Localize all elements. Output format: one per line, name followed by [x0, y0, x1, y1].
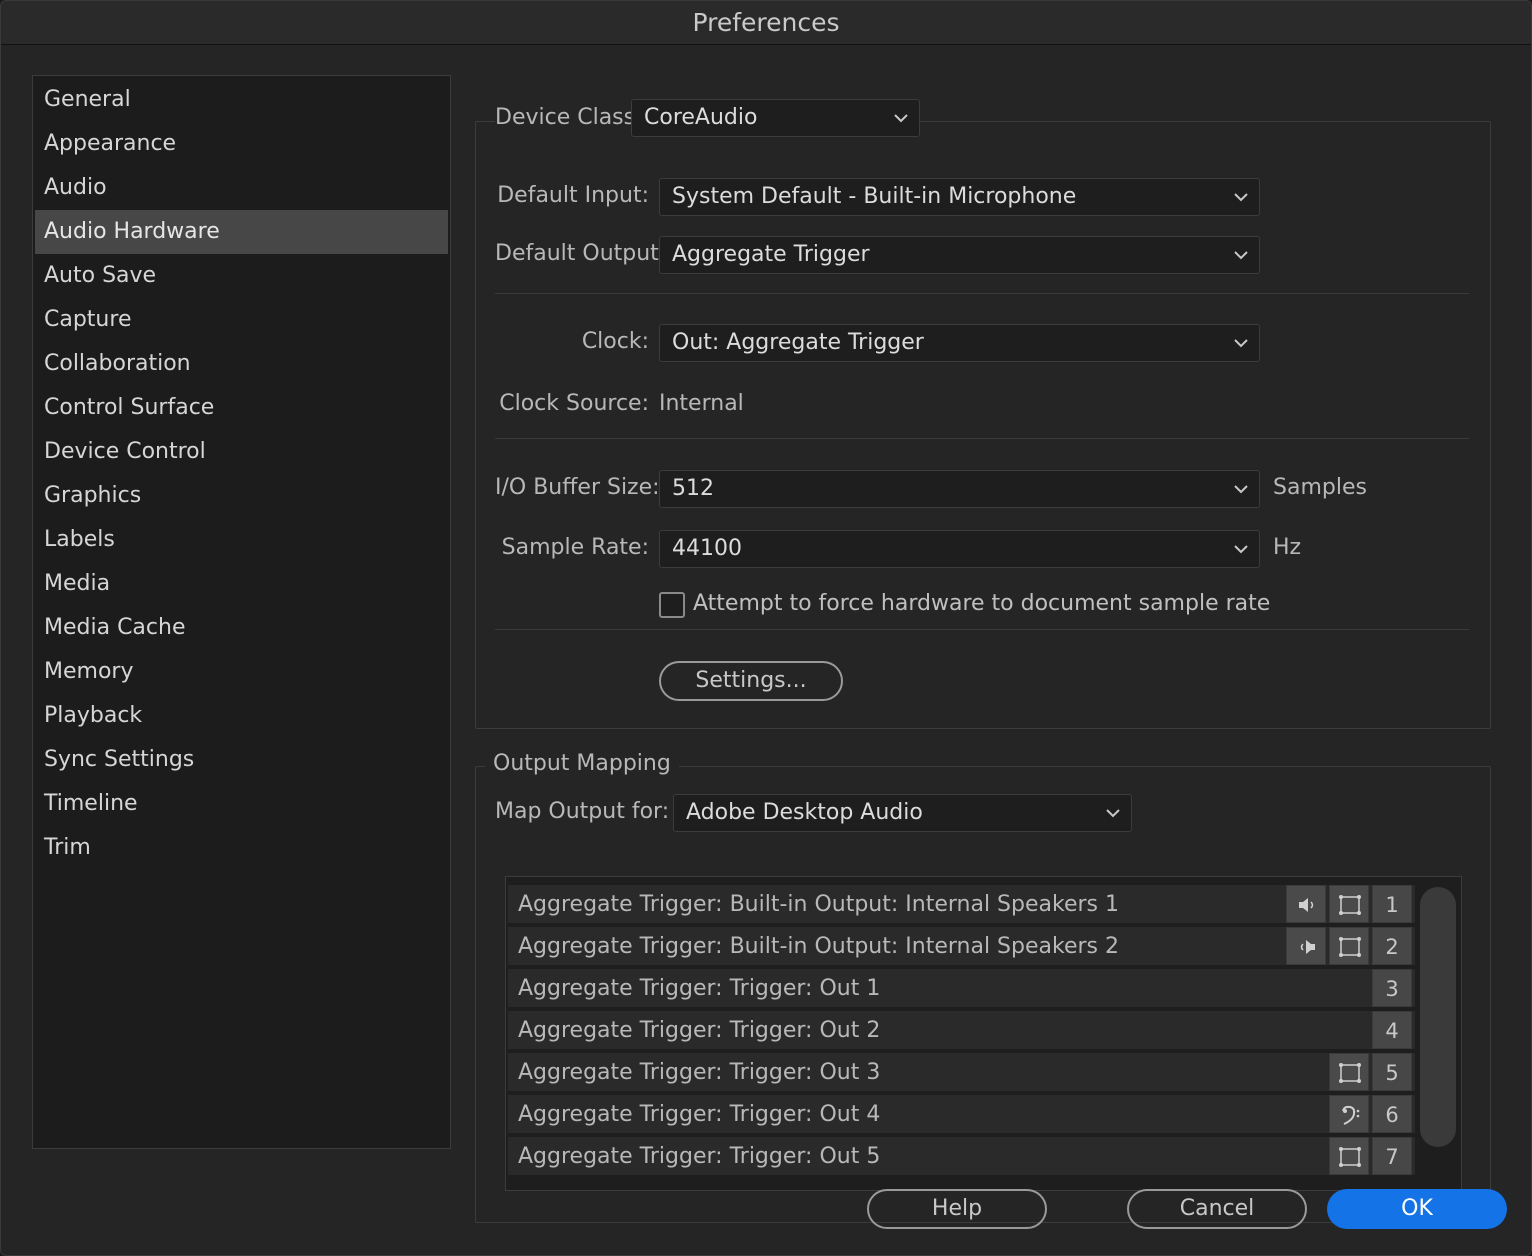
device-class-dropdown[interactable]: CoreAudio: [631, 99, 920, 137]
bass-clef-icon[interactable]: [1329, 1095, 1369, 1133]
sample-rate-dropdown[interactable]: 44100: [659, 530, 1260, 568]
mapping-row-label: Aggregate Trigger: Built-in Output: Inte…: [518, 892, 1119, 917]
channel-number[interactable]: 3: [1372, 969, 1412, 1007]
mapping-row[interactable]: Aggregate Trigger: Trigger: Out 5 7: [508, 1137, 1415, 1177]
sample-rate-label: Sample Rate:: [501, 535, 649, 560]
chevron-down-icon: [1106, 809, 1120, 818]
default-output-label: Default Output:: [495, 241, 667, 266]
settings-button[interactable]: Settings...: [659, 661, 843, 701]
sidebar-item-control-surface[interactable]: Control Surface: [35, 386, 448, 430]
chevron-down-icon: [1234, 545, 1248, 554]
mapping-row-label: Aggregate Trigger: Trigger: Out 3: [518, 1060, 881, 1085]
clock-dropdown[interactable]: Out: Aggregate Trigger: [659, 324, 1260, 362]
mapping-row[interactable]: Aggregate Trigger: Trigger: Out 2 4: [508, 1011, 1415, 1051]
chevron-down-icon: [1234, 485, 1248, 494]
speaker-right-icon[interactable]: [1286, 927, 1326, 965]
default-input-label: Default Input:: [497, 183, 649, 208]
sidebar-item-sync-settings[interactable]: Sync Settings: [35, 738, 448, 782]
chevron-down-icon: [894, 114, 908, 123]
mapping-row[interactable]: Aggregate Trigger: Trigger: Out 3 5: [508, 1053, 1415, 1093]
sample-rate-value: 44100: [672, 536, 742, 561]
output-mapping-list[interactable]: Aggregate Trigger: Trigger: Out 5 7 Aggreg…: [505, 876, 1462, 1191]
buffer-size-dropdown[interactable]: 512: [659, 470, 1260, 508]
default-input-dropdown[interactable]: System Default - Built-in Microphone: [659, 178, 1260, 216]
surround-channel-icon[interactable]: [1329, 1137, 1369, 1175]
sidebar-item-timeline[interactable]: Timeline: [35, 782, 448, 826]
mapping-row[interactable]: Aggregate Trigger: Trigger: Out 1 3: [508, 969, 1415, 1009]
sidebar-item-auto-save[interactable]: Auto Save: [35, 254, 448, 298]
channel-number[interactable]: 1: [1372, 885, 1412, 923]
mapping-row[interactable]: Aggregate Trigger: Built-in Output: Inte…: [508, 885, 1415, 925]
mapping-row-label: Aggregate Trigger: Built-in Output: Inte…: [518, 934, 1119, 959]
channel-number[interactable]: 5: [1372, 1053, 1412, 1091]
clock-source-label: Clock Source:: [499, 391, 649, 416]
speaker-left-icon[interactable]: [1286, 885, 1326, 923]
default-output-dropdown[interactable]: Aggregate Trigger: [659, 236, 1260, 274]
mapping-row-label: Aggregate Trigger: Trigger: Out 4: [518, 1102, 881, 1127]
sidebar-item-graphics[interactable]: Graphics: [35, 474, 448, 518]
map-output-for-label: Map Output for:: [495, 799, 670, 824]
clock-source-value: Internal: [659, 391, 744, 416]
sidebar-item-media-cache[interactable]: Media Cache: [35, 606, 448, 650]
channel-number[interactable]: 2: [1372, 927, 1412, 965]
default-output-value: Aggregate Trigger: [672, 242, 870, 267]
channel-number[interactable]: 6: [1372, 1095, 1412, 1133]
clock-label: Clock:: [581, 329, 649, 354]
chevron-down-icon: [1234, 251, 1248, 260]
mapping-row[interactable]: Aggregate Trigger: Built-in Output: Inte…: [508, 927, 1415, 967]
window-title: Preferences: [1, 1, 1531, 45]
sidebar-item-device-control[interactable]: Device Control: [35, 430, 448, 474]
mapping-row-label: Aggregate Trigger: Trigger: Out 2: [518, 1018, 881, 1043]
sidebar-item-capture[interactable]: Capture: [35, 298, 448, 342]
sidebar-item-memory[interactable]: Memory: [35, 650, 448, 694]
sidebar-item-collaboration[interactable]: Collaboration: [35, 342, 448, 386]
buffer-size-label: I/O Buffer Size:: [495, 475, 660, 500]
buffer-size-value: 512: [672, 476, 714, 501]
buffer-size-unit: Samples: [1273, 475, 1367, 500]
device-class-value: CoreAudio: [644, 105, 758, 130]
sidebar-item-playback[interactable]: Playback: [35, 694, 448, 738]
mapping-row-label: Aggregate Trigger: Trigger: Out 1: [518, 976, 881, 1001]
sidebar-item-appearance[interactable]: Appearance: [35, 122, 448, 166]
surround-channel-icon[interactable]: [1329, 1053, 1369, 1091]
sample-rate-unit: Hz: [1273, 535, 1302, 560]
map-output-for-value: Adobe Desktop Audio: [686, 800, 923, 825]
preferences-window: Preferences General Appearance Audio Audio …: [0, 0, 1532, 1256]
device-class-label: Device Class:: [495, 105, 647, 130]
surround-channel-icon[interactable]: [1329, 927, 1369, 965]
sidebar-item-general[interactable]: General: [35, 78, 448, 122]
force-sample-rate-checkbox[interactable]: [659, 592, 685, 618]
map-output-for-dropdown[interactable]: Adobe Desktop Audio: [673, 794, 1132, 832]
preferences-sidebar: General Appearance Audio Audio Hardware Auto…: [32, 75, 451, 1149]
sidebar-item-audio[interactable]: Audio: [35, 166, 448, 210]
channel-number[interactable]: 7: [1372, 1137, 1412, 1175]
default-input-value: System Default - Built-in Microphone: [672, 184, 1077, 209]
ok-button[interactable]: OK: [1327, 1189, 1507, 1229]
cancel-button[interactable]: Cancel: [1127, 1189, 1307, 1229]
sidebar-item-trim[interactable]: Trim: [35, 826, 448, 870]
divider: [495, 293, 1469, 294]
surround-channel-icon[interactable]: [1329, 885, 1369, 923]
mapping-row[interactable]: Aggregate Trigger: Trigger: Out 4 6: [508, 1095, 1415, 1135]
force-sample-rate-label[interactable]: Attempt to force hardware to document sa…: [693, 591, 1270, 616]
mapping-row-label: Aggregate Trigger: Trigger: Out 5: [518, 1144, 881, 1169]
channel-number[interactable]: 4: [1372, 1011, 1412, 1049]
output-mapping-title: Output Mapping: [485, 751, 679, 776]
chevron-down-icon: [1234, 339, 1248, 348]
sidebar-item-labels[interactable]: Labels: [35, 518, 448, 562]
divider: [495, 629, 1469, 630]
divider: [495, 438, 1469, 439]
sidebar-item-media[interactable]: Media: [35, 562, 448, 606]
clock-value: Out: Aggregate Trigger: [672, 330, 924, 355]
list-scrollbar[interactable]: [1420, 887, 1456, 1147]
sidebar-item-audio-hardware[interactable]: Audio Hardware: [35, 210, 448, 254]
chevron-down-icon: [1234, 193, 1248, 202]
help-button[interactable]: Help: [867, 1189, 1047, 1229]
